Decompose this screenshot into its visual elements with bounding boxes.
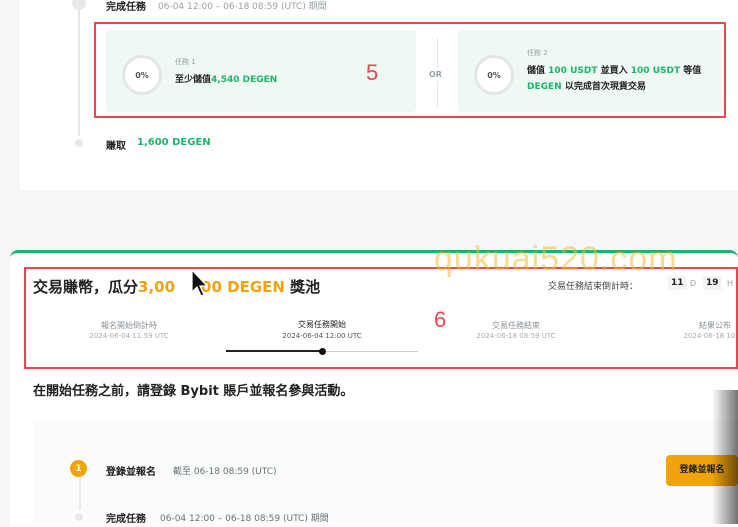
register-label: 登錄並報名: [106, 467, 156, 478]
intro-text: 在開始任務之前，請登錄 Bybit 賬戶並報名參與活動。: [33, 384, 354, 399]
watermark: qukuai520.com: [434, 240, 678, 278]
complete-task-label-top: 完成任務: [106, 2, 146, 13]
annotation-box-5: [94, 22, 726, 118]
annotation-label-5: 5: [366, 60, 379, 85]
complete-task-label-bottom: 完成任務: [106, 514, 146, 525]
timeline-line-top: [78, 0, 80, 145]
step-dot-earn: [72, 136, 86, 150]
earn-amount: 1,600 DEGEN: [137, 137, 211, 148]
step-dot-register: 1: [70, 460, 87, 477]
earn-label: 賺取: [106, 141, 126, 152]
annotation-label-6: 6: [434, 307, 447, 332]
register-deadline: 截至 06-18 08:59 (UTC): [173, 467, 277, 477]
annotation-box-6: [24, 267, 738, 369]
complete-task-time-bottom: 06-04 12:00 – 06-18 08:59 (UTC) 期間: [160, 514, 329, 524]
step-number: 1: [75, 463, 82, 474]
edge-shadow: [712, 390, 738, 524]
step-dot-complete-bottom: [72, 510, 86, 524]
complete-task-time-top: 06-04 12:00 – 06-18 08:59 (UTC) 期間: [158, 2, 327, 12]
